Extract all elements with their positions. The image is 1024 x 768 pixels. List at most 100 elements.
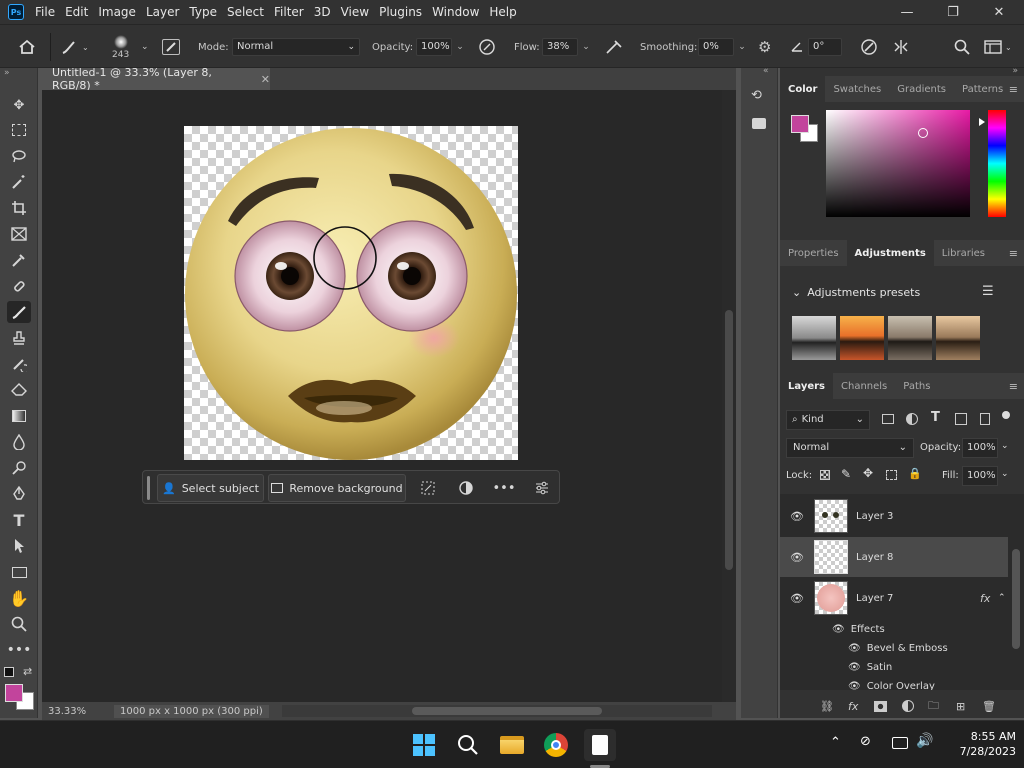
fx-icon[interactable]: fx <box>848 700 858 713</box>
expand-panels-icon[interactable]: « <box>763 66 769 76</box>
panel-menu-icon[interactable]: ≡ <box>1009 380 1018 393</box>
delete-layer-icon[interactable]: 🗑 <box>982 700 996 713</box>
more-options-icon[interactable]: ••• <box>493 478 516 498</box>
effect-row-color-overlay[interactable]: 👁 Color Overlay <box>848 677 935 690</box>
color-field[interactable] <box>826 110 970 217</box>
menu-view[interactable]: View <box>338 5 376 19</box>
filter-type-layers-icon[interactable]: T <box>931 410 940 425</box>
tab-gradients[interactable]: Gradients <box>889 76 954 102</box>
brush-tool-icon[interactable] <box>7 301 31 323</box>
layer-name[interactable]: Layer 3 <box>856 511 893 522</box>
link-layers-icon[interactable]: ⛓ <box>820 700 834 713</box>
document-canvas[interactable] <box>184 126 518 460</box>
hue-slider-marker[interactable] <box>979 118 985 126</box>
document-size[interactable]: 1000 px x 1000 px (300 ppi) <box>114 704 269 718</box>
eyedropper-tool-icon[interactable] <box>7 249 31 271</box>
effect-row-bevel-emboss[interactable]: 👁 Bevel & Emboss <box>848 639 948 658</box>
chrome-icon[interactable] <box>540 729 572 761</box>
history-brush-tool-icon[interactable] <box>7 353 31 375</box>
effect-row-satin[interactable]: 👁 Satin <box>848 658 892 677</box>
dodge-tool-icon[interactable] <box>7 457 31 479</box>
preset-thumbnail[interactable] <box>792 316 836 360</box>
collapse-toolbar-icon[interactable]: » <box>4 68 10 78</box>
menu-select[interactable]: Select <box>224 5 271 19</box>
file-explorer-icon[interactable] <box>496 729 528 761</box>
smoothing-dropdown-icon[interactable]: ⌄ <box>734 38 750 56</box>
chevron-down-icon[interactable]: ⌄ <box>1001 441 1009 451</box>
path-selection-tool-icon[interactable] <box>7 535 31 557</box>
lock-all-icon[interactable]: 🔒 <box>908 467 922 480</box>
eye-icon[interactable]: 👁 <box>848 662 861 673</box>
preset-thumbnail[interactable] <box>840 316 884 360</box>
pen-tool-icon[interactable] <box>7 483 31 505</box>
clone-stamp-tool-icon[interactable] <box>7 327 31 349</box>
lock-position-icon[interactable]: ✥ <box>863 466 873 480</box>
eye-icon[interactable]: 👁 <box>848 643 861 654</box>
menu-window[interactable]: Window <box>429 5 486 19</box>
sliders-icon[interactable] <box>531 478 553 498</box>
volume-icon[interactable]: 🔊 <box>916 733 933 749</box>
move-tool-icon[interactable]: ✥ <box>7 94 31 116</box>
airbrush-icon[interactable] <box>604 25 624 69</box>
menu-edit[interactable]: Edit <box>62 5 95 19</box>
frame-tool-icon[interactable] <box>7 223 31 245</box>
adjustment-layer-icon[interactable] <box>902 700 914 712</box>
list-view-icon[interactable]: ☰ <box>982 284 994 299</box>
close-tab-icon[interactable]: ✕ <box>261 73 270 86</box>
mode-dropdown[interactable]: Normal ⌄ <box>232 38 360 56</box>
filter-smart-objects-icon[interactable] <box>980 413 990 425</box>
tab-layers[interactable]: Layers <box>780 373 833 399</box>
new-layer-icon[interactable]: ⊞ <box>956 700 965 713</box>
drag-handle[interactable] <box>147 476 150 500</box>
tab-libraries[interactable]: Libraries <box>934 240 993 266</box>
gear-icon[interactable]: ⚙ <box>758 25 771 69</box>
zoom-level[interactable]: 33.33% <box>48 706 88 717</box>
lock-artboard-icon[interactable] <box>886 470 897 480</box>
tab-color[interactable]: Color <box>780 76 826 102</box>
gradient-tool-icon[interactable] <box>7 405 31 427</box>
filter-toggle[interactable] <box>1002 411 1010 419</box>
tab-swatches[interactable]: Swatches <box>825 76 889 102</box>
hue-slider[interactable] <box>988 110 1006 217</box>
menu-3d[interactable]: 3D <box>311 5 338 19</box>
filter-adjustment-layers-icon[interactable] <box>906 413 918 425</box>
adjustments-presets-header[interactable]: ⌄ Adjustments presets <box>792 286 920 299</box>
flow-input[interactable]: 38% <box>542 38 578 56</box>
mask-icon[interactable] <box>455 478 477 498</box>
effects-row[interactable]: 👁 Effects <box>832 620 885 639</box>
color-picker-marker[interactable] <box>918 128 928 138</box>
preset-thumbnail[interactable] <box>936 316 980 360</box>
menu-type[interactable]: Type <box>186 5 224 19</box>
lock-transparency-icon[interactable] <box>820 470 830 480</box>
layer-name[interactable]: Layer 8 <box>856 552 893 563</box>
panel-menu-icon[interactable]: ≡ <box>1009 83 1018 96</box>
lasso-tool-icon[interactable] <box>7 145 31 167</box>
menu-layer[interactable]: Layer <box>143 5 186 19</box>
filter-pixel-layers-icon[interactable] <box>882 414 894 424</box>
menu-help[interactable]: Help <box>486 5 523 19</box>
default-colors-icon[interactable] <box>4 667 14 677</box>
tab-patterns[interactable]: Patterns <box>954 76 1011 102</box>
smoothing-input[interactable]: 0% <box>698 38 734 56</box>
type-tool-icon[interactable]: T <box>7 509 31 531</box>
close-button[interactable]: ✕ <box>976 0 1022 24</box>
angle-input[interactable]: 0° <box>808 38 842 56</box>
horizontal-scrollbar[interactable] <box>282 705 712 717</box>
tab-adjustments[interactable]: Adjustments <box>846 240 934 266</box>
fx-badge[interactable]: fx <box>980 592 990 605</box>
brush-preset-icon[interactable]: ⌄ <box>60 25 89 69</box>
opacity-input[interactable]: 100% <box>416 38 452 56</box>
vertical-scrollbar[interactable] <box>722 90 736 702</box>
new-group-icon[interactable]: 🗀 <box>928 697 939 716</box>
select-subject-button[interactable]: 👤 Select subject <box>157 474 264 502</box>
zoom-tool-icon[interactable] <box>7 613 31 635</box>
preset-thumbnail[interactable] <box>888 316 932 360</box>
tab-paths[interactable]: Paths <box>895 373 938 399</box>
pressure-opacity-icon[interactable] <box>478 25 496 69</box>
layer-opacity-input[interactable]: 100% <box>962 438 998 458</box>
transform-icon[interactable] <box>417 478 439 498</box>
brush-size-picker[interactable]: 243 <box>112 25 129 69</box>
filter-shape-layers-icon[interactable] <box>955 413 967 425</box>
foreground-color-swatch[interactable] <box>5 684 23 702</box>
lock-pixels-icon[interactable]: ✎ <box>841 467 851 481</box>
